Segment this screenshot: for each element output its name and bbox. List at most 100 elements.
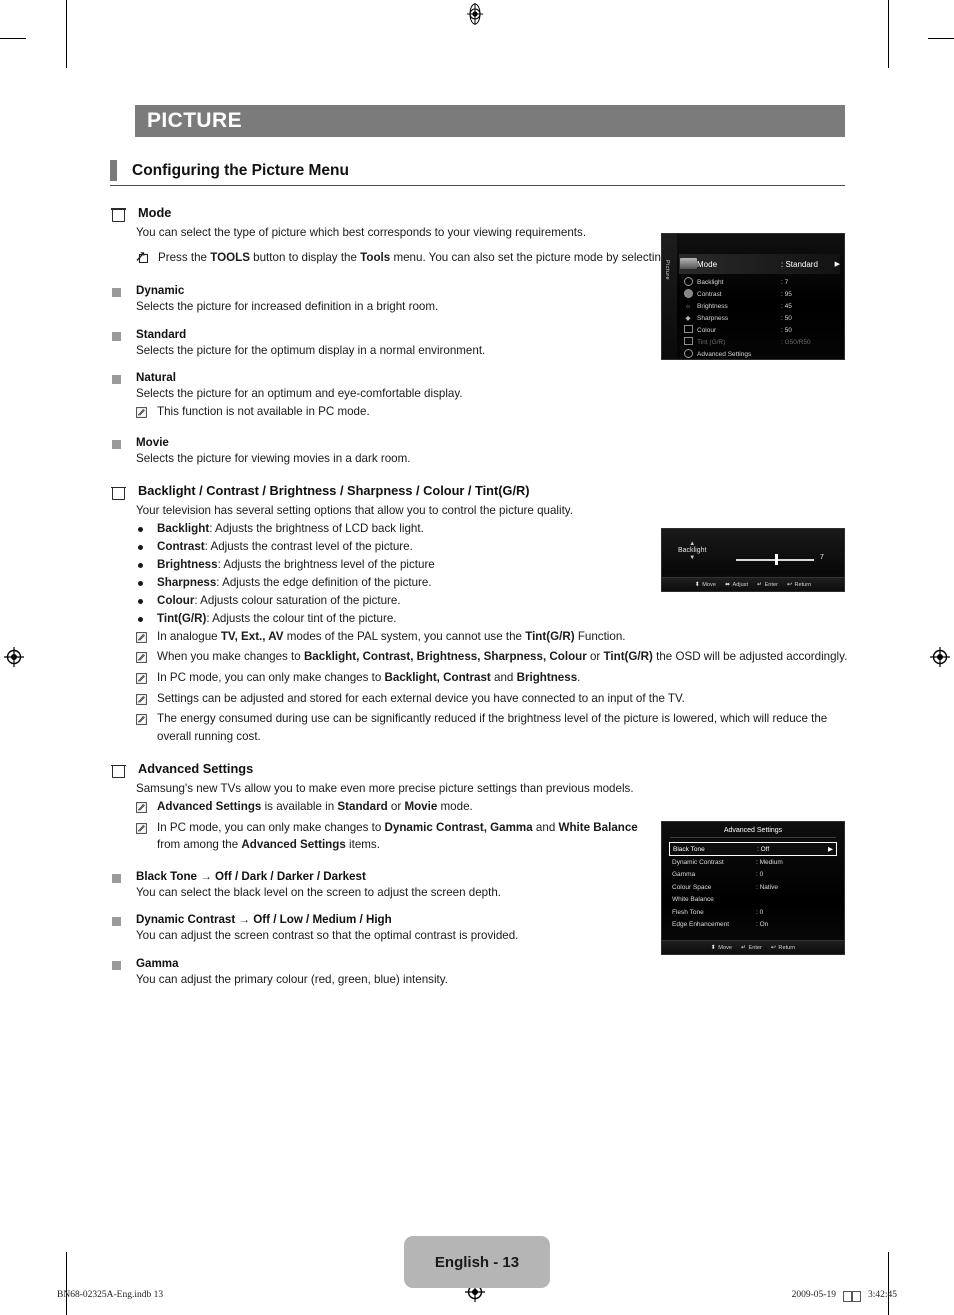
osd-row-label: Tint (G/R): [697, 338, 726, 346]
registration-target-left: [3, 646, 25, 668]
heading-black-tone-label: Black Tone → Off / Dark / Darker / Darke…: [136, 869, 366, 883]
footer-file-reference: BN68-02325A-Eng.indb 13: [57, 1290, 164, 1300]
footer-timestamp: 2009-05-19 3:42:45: [792, 1290, 897, 1304]
round-bullet-icon: [138, 580, 143, 586]
osd-picture-menu: Picture Mode : Standard ▶ Backlight : 7 …: [661, 233, 845, 360]
crop-mark-bottom-left: [66, 1252, 67, 1315]
osd-adv-row-colour-space[interactable]: Colour Space : Native: [669, 881, 837, 894]
adjust-note-4: Settings can be adjusted and stored for …: [136, 690, 850, 711]
section-title: Configuring the Picture Menu: [132, 161, 349, 179]
osd-row-value: : 45: [781, 302, 792, 310]
list-item-text: Brightness: Adjusts the brightness level…: [157, 557, 435, 571]
heading-picture-adjustments: Backlight / Contrast / Brightness / Shar…: [110, 483, 850, 501]
osd-side-tab: Picture: [662, 234, 677, 359]
osd-row-tint: Tint (G/R) : G50/R50: [679, 336, 840, 348]
block-picture-adjustments: Backlight / Contrast / Brightness / Shar…: [110, 483, 850, 745]
note-icon: [136, 693, 147, 711]
osd-row-mode[interactable]: Mode : Standard ▶: [679, 254, 840, 274]
brightness-icon: ☼: [685, 302, 691, 310]
block-natural: Natural Selects the picture for an optim…: [110, 371, 850, 423]
osd-row-label: Contrast: [697, 290, 722, 298]
square-bullet-icon: [112, 917, 121, 927]
round-bullet-icon: [138, 544, 143, 550]
osd-adv-row-flesh-tone[interactable]: Flesh Tone : 0: [669, 906, 837, 919]
tint-icon: [679, 337, 697, 347]
osd-row-brightness[interactable]: ☼ Brightness : 45: [679, 300, 840, 312]
list-item-text: Tint(G/R): Adjusts the colour tint of th…: [157, 611, 397, 625]
osd-row-backlight[interactable]: Backlight : 7: [679, 276, 840, 288]
block-movie: Movie Selects the picture for viewing mo…: [110, 436, 850, 468]
crop-mark-bottom-right: [888, 1252, 889, 1315]
note-icon: [136, 631, 147, 649]
heading-movie-label: Movie: [136, 435, 169, 449]
heading-mode-label: Mode: [138, 205, 172, 220]
down-arrow-icon: ▼: [689, 554, 696, 561]
registration-target-top: [464, 3, 486, 25]
osd-adv-row-value: : Native: [756, 883, 779, 891]
contrast-icon: [679, 288, 697, 300]
footkey-adjust: ⬌ Adjust: [725, 581, 748, 589]
section-accent-bar: [110, 160, 117, 181]
osd-adv-row-label: Colour Space: [672, 883, 712, 891]
colour-icon: [679, 325, 697, 335]
circle-icon: [679, 276, 697, 288]
osd-adv-row-label: Edge Enhancement: [672, 921, 730, 929]
osd-row-sharpness[interactable]: ◆ Sharpness : 50: [679, 312, 840, 324]
footkey-label: Move: [702, 581, 716, 588]
heading-dynamic-contrast-label: Dynamic Contrast → Off / Low / Medium / …: [136, 913, 392, 927]
osd-row-advanced-settings[interactable]: Advanced Settings: [679, 348, 840, 359]
osd-adv-row-value: : 0: [756, 871, 764, 879]
note-icon: [136, 672, 147, 690]
tools-icon: [136, 251, 149, 269]
block-gamma: Gamma You can adjust the primary colour …: [110, 957, 850, 989]
osd-adv-row-value: : On: [756, 921, 769, 929]
heading-dynamic-label: Dynamic: [136, 284, 185, 298]
osd-adv-row-value: : 0: [756, 908, 764, 916]
round-bullet-icon: [138, 562, 143, 568]
osd-adv-row-dynamic-contrast[interactable]: Dynamic Contrast : Medium: [669, 856, 837, 869]
note-icon: [136, 651, 147, 669]
osd-row-contrast[interactable]: Contrast : 95: [679, 288, 840, 300]
square-bullet-icon: [112, 288, 121, 298]
osd-adv-row-white-balance[interactable]: White Balance: [669, 894, 837, 907]
heading-advanced-settings-label: Advanced Settings: [138, 761, 254, 777]
checkbox-bullet-icon: [111, 486, 126, 501]
note-icon: [136, 822, 147, 840]
move-icon: ⬍: [710, 945, 716, 951]
adjust-note-1-text: In analogue TV, Ext., AV modes of the PA…: [157, 629, 626, 643]
footkey-label: Return: [778, 944, 796, 951]
osd-backlight-slider: ▲ Backlight ▼ 7 ⬍ Move ⬌ Adjust ↵ Enter ↩ Re…: [661, 528, 845, 592]
osd-adv-row-gamma[interactable]: Gamma : 0: [669, 869, 837, 882]
chevron-right-icon: ▶: [828, 846, 833, 853]
footkey-move: ⬍ Move: [710, 944, 732, 952]
osd-row-colour[interactable]: Colour : 50: [679, 324, 840, 336]
move-icon: ⬍: [694, 582, 700, 588]
osd-row-value: : 50: [781, 314, 792, 322]
adjust-note-1: In analogue TV, Ext., AV modes of the PA…: [136, 628, 850, 649]
heading-gamma-label: Gamma: [136, 957, 179, 970]
note-icon: [136, 713, 147, 731]
osd-row-value: : 95: [781, 290, 792, 298]
square-bullet-icon: [112, 439, 121, 449]
chapter-header-bar: PICTURE: [135, 105, 845, 137]
osd-adv-row-black-tone[interactable]: Black Tone : Off ▶: [669, 842, 837, 856]
osd-adv-row-label: Black Tone: [673, 845, 705, 853]
enter-icon: ↵: [757, 582, 763, 588]
osd-side-tab-label: Picture: [664, 260, 670, 280]
adjust-note-5-text: The energy consumed during use can be si…: [157, 712, 828, 743]
osd-adv-row-edge-enhancement[interactable]: Edge Enhancement : On: [669, 919, 837, 932]
heading-standard-label: Standard: [136, 327, 187, 341]
list-item-text: Contrast: Adjusts the contrast level of …: [157, 539, 413, 553]
heading-mode: Mode: [110, 205, 850, 222]
crop-mark-top-left: [66, 0, 67, 68]
adjust-note-3: In PC mode, you can only make changes to…: [136, 669, 850, 690]
slider-handle[interactable]: [775, 554, 778, 565]
natural-note-text: This function is not available in PC mod…: [157, 405, 370, 419]
page-canvas: PICTURE Configuring the Picture Menu Mod…: [0, 0, 954, 1315]
adjust-note-2-text: When you make changes to Backlight, Cont…: [157, 650, 848, 664]
heading-advanced-settings: Advanced Settings: [110, 761, 850, 779]
footkey-label: Move: [718, 944, 732, 951]
page-number-tag: English - 13: [404, 1236, 550, 1288]
footkey-label: Enter: [764, 581, 778, 588]
osd-slider-footer: ⬍ Move ⬌ Adjust ↵ Enter ↩ Return: [662, 577, 844, 591]
